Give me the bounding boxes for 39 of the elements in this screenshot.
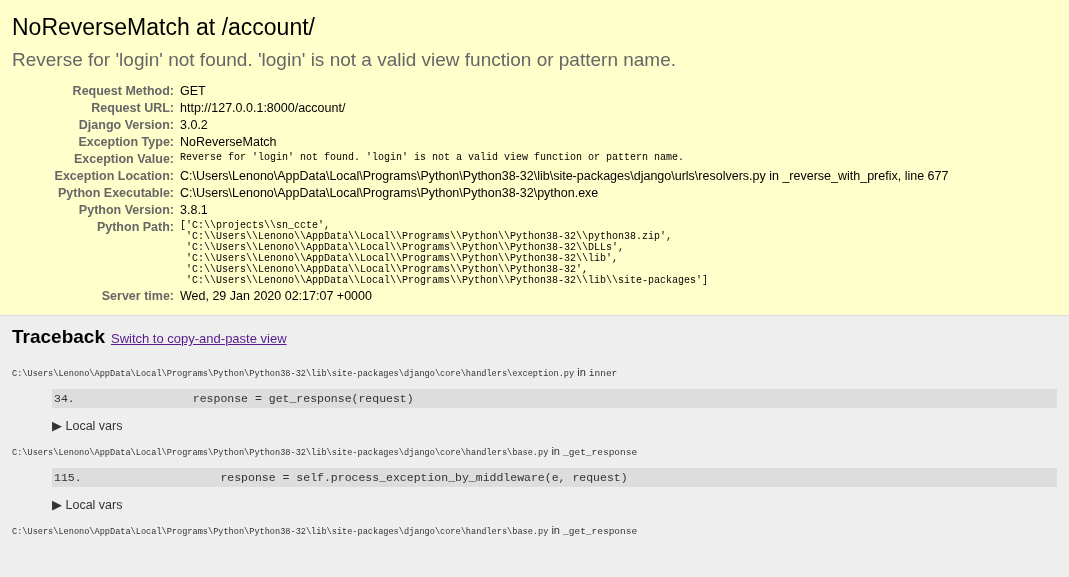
frame-file-path: C:\Users\Lenono\AppData\Local\Programs\Python\Python38-32\lib\site-packages\django\core\handlers\exception.py bbox=[12, 369, 575, 379]
local-vars-toggle[interactable]: ▶ Local vars bbox=[52, 419, 123, 433]
frame-function: _get_response bbox=[563, 447, 638, 458]
line-number: 115. bbox=[54, 471, 83, 484]
meta-value: Wed, 29 Jan 2020 02:17:07 +0000 bbox=[180, 289, 372, 303]
meta-label: Python Executable: bbox=[12, 185, 180, 202]
meta-label: Request URL: bbox=[12, 100, 180, 117]
meta-label: Exception Type: bbox=[77, 134, 175, 151]
frame-file-path: C:\Users\Lenono\AppData\Local\Programs\Python\Python38-32\lib\site-packages\django\core\handlers\base.py bbox=[12, 527, 549, 537]
frame-in: in bbox=[551, 445, 560, 457]
meta-label: Server time: bbox=[12, 288, 180, 305]
code-line: response = self.process_exception_by_middleware(e, request) bbox=[219, 471, 628, 484]
line-number: 34. bbox=[54, 392, 76, 405]
meta-label: Python Version: bbox=[12, 202, 180, 219]
meta-value: GET bbox=[180, 84, 206, 98]
traceback-title: Traceback bbox=[12, 326, 105, 347]
frame-in: in bbox=[577, 366, 586, 378]
error-title: NoReverseMatch at /account/ bbox=[12, 14, 316, 41]
meta-label: Django Version: bbox=[12, 117, 180, 134]
frame-file-path: C:\Users\Lenono\AppData\Local\Programs\Python\Python38-32\lib\site-packages\django\core\handlers\base.py bbox=[12, 448, 549, 458]
meta-value: http://127.0.0.1:8000/account/ bbox=[180, 101, 346, 115]
meta-label: Request Method: bbox=[12, 83, 180, 100]
meta-value: C:\Users\Lenono\AppData\Local\Programs\Python\Python38-32\python.exe bbox=[180, 186, 599, 200]
meta-value: NoReverseMatch bbox=[180, 135, 277, 149]
frame-function: _get_response bbox=[563, 526, 638, 537]
error-message: Reverse for 'login' not found. 'login' is not a valid view function or pattern name. bbox=[12, 49, 678, 71]
meta-value: Reverse for 'login' not found. 'login' is not a valid view function or pattern name. bbox=[180, 152, 686, 163]
meta-value: ['C:\\projects\\sn_ccte', 'C:\\Users\\Lenono\\AppData\\Local\\Programs\\Python\\Python38-32\\python38.zip', 'C:\\Users\\Lenono\\AppData\\Local\\Programs\\Python\\Python38-32\\DLLs', 'C:\\Users\\Lenono\\AppData\\Local\\Programs\\Python\\Python38-32\\lib', 'C:\\Users\\Lenono\\AppData\\Local\\Programs\\Python\\Python38-32', 'C:\\Users\\Lenono\\AppData\\Local\\Programs\\Python\\Python38-32\\lib\\site-packages'] bbox=[180, 220, 710, 286]
frame-in: in bbox=[551, 524, 560, 536]
meta-label: Exception Location: bbox=[12, 168, 180, 185]
meta-value: 3.0.2 bbox=[180, 118, 208, 132]
meta-value: 3.8.1 bbox=[180, 203, 208, 217]
meta-label: Python Path: bbox=[95, 219, 175, 236]
copy-paste-link[interactable]: Switch to copy-and-paste view bbox=[110, 331, 287, 346]
meta-label: Exception Value: bbox=[12, 151, 180, 168]
local-vars-toggle[interactable]: ▶ Local vars bbox=[52, 498, 123, 512]
meta-value: C:\Users\Lenono\AppData\Local\Programs\Python\Python38-32\lib\site-packages\django\urls\resolvers.py in _reverse_with_prefix, line 677 bbox=[180, 169, 949, 183]
code-line: response = get_response(request) bbox=[191, 392, 414, 405]
frame-function: inner bbox=[588, 368, 618, 379]
